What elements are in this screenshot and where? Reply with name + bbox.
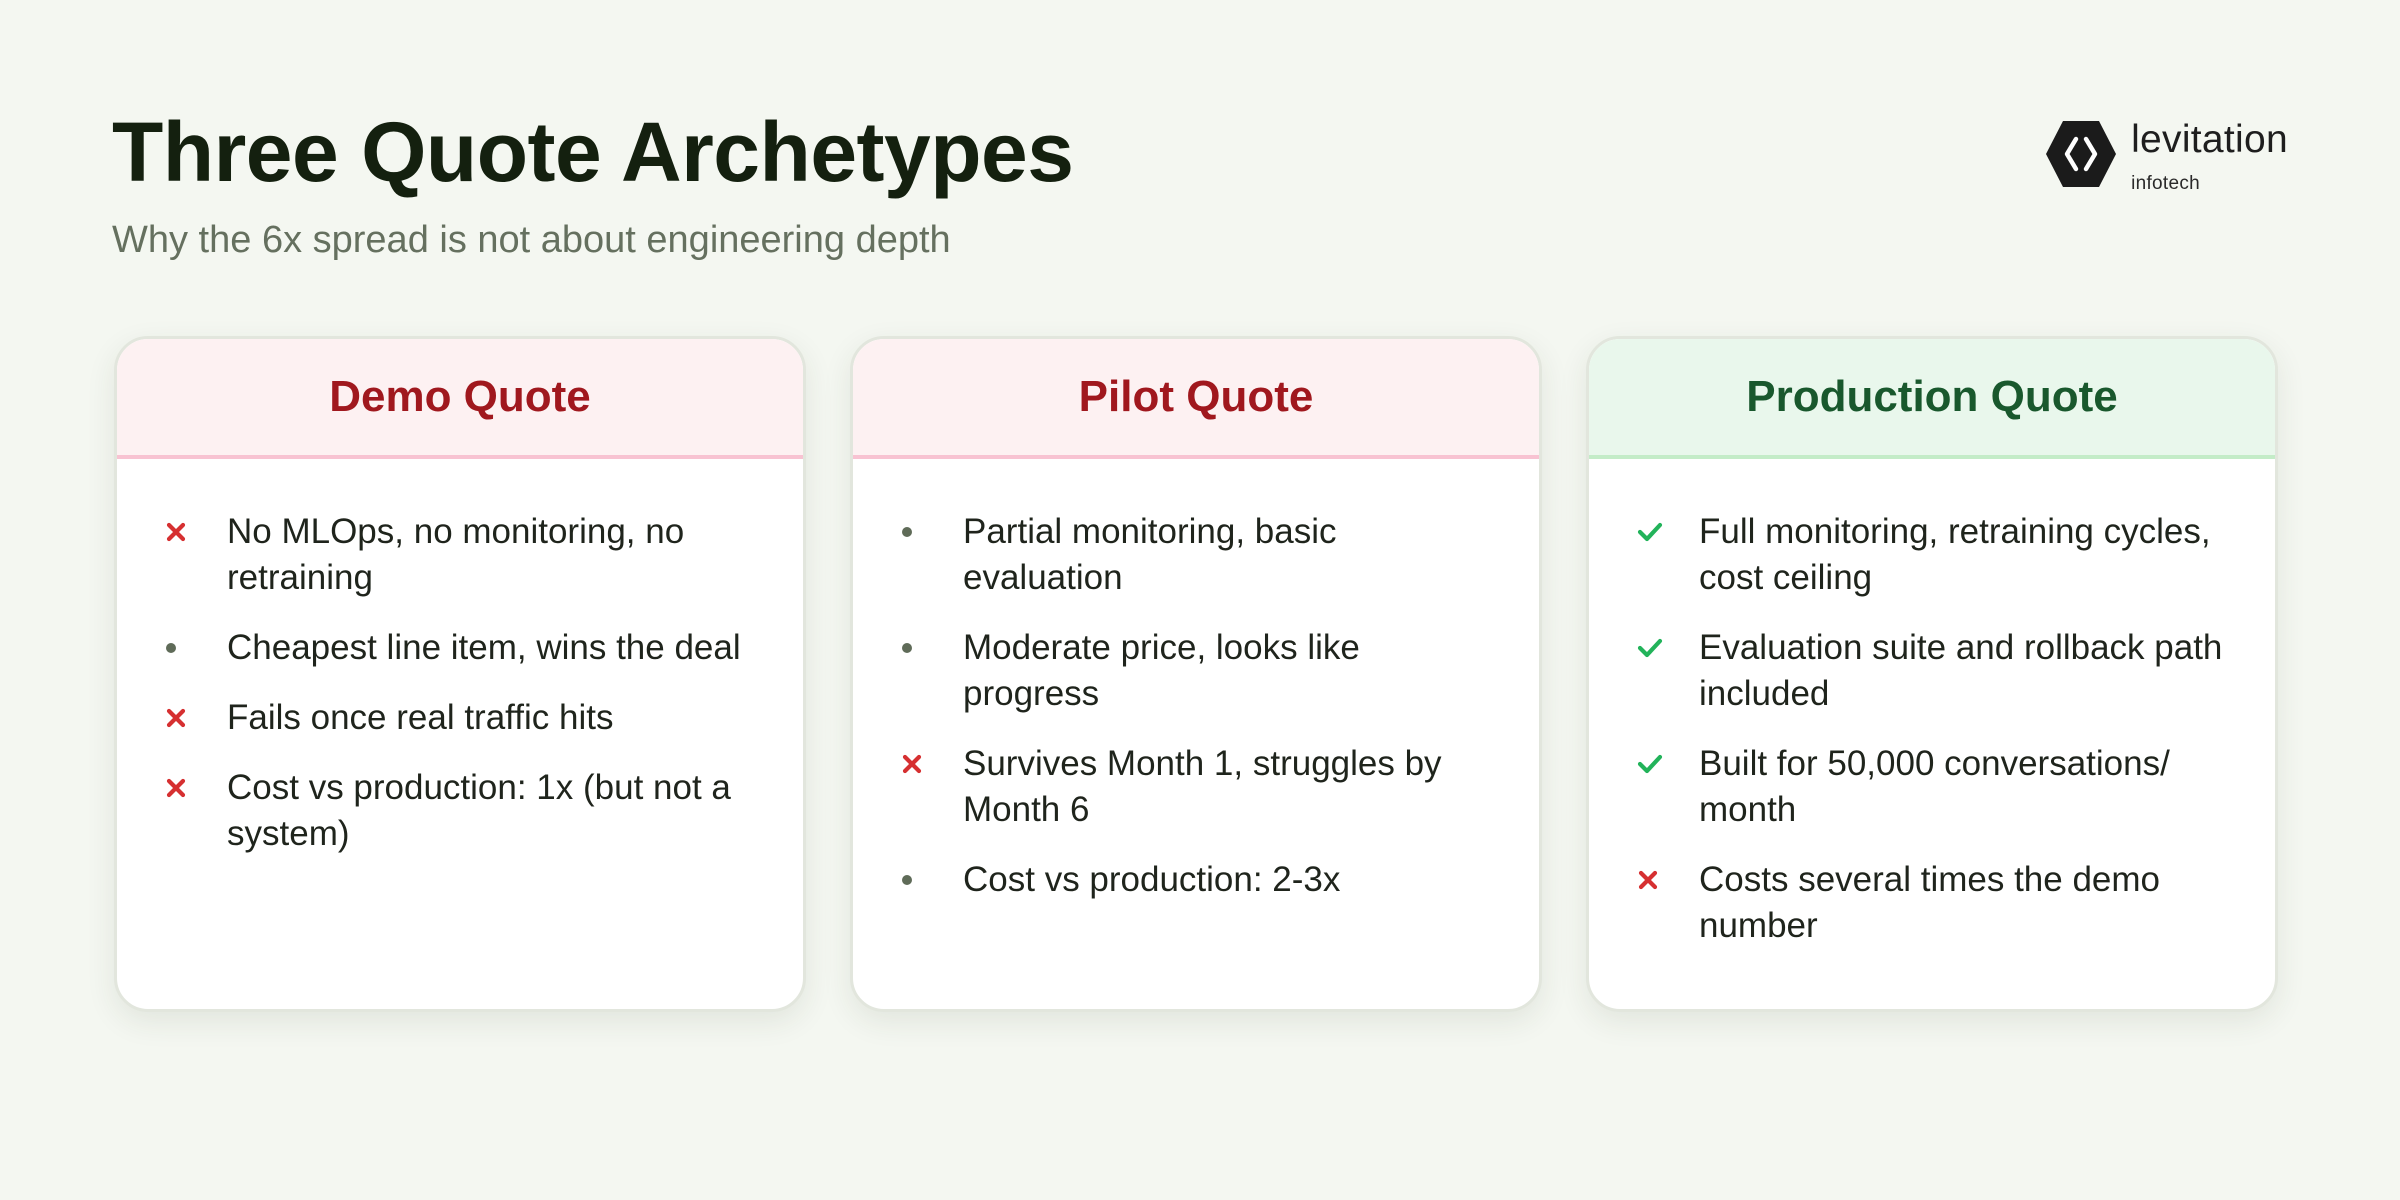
list-item: Cheapest line item, wins the deal — [165, 625, 759, 671]
cross-icon — [165, 509, 227, 555]
cross-icon — [165, 695, 227, 741]
list-item: No MLOps, no monitoring, no retraining — [165, 509, 759, 601]
list-item: Full monitoring, retraining cycles, cost… — [1637, 509, 2231, 601]
list-item-text: No MLOps, no monitoring, no retraining — [227, 512, 685, 597]
bullet-icon — [165, 625, 227, 671]
logo-wordmark: levitation — [2131, 118, 2288, 161]
production-quote-card: Production Quote Full monitoring, retrai… — [1586, 336, 2278, 1012]
card-title: Production Quote — [1746, 372, 2118, 421]
list-item: Partial monitoring, basic evaluation — [901, 509, 1495, 601]
list-item: Cost vs production: 1x (but not a system… — [165, 765, 759, 857]
logo-text: levitation infotech — [2131, 118, 2288, 195]
list-item-text: Built for 50,000 conversations/ month — [1699, 744, 2170, 829]
card-body: No MLOps, no monitoring, no retraining C… — [117, 459, 803, 857]
hexagon-chevrons-logo-icon — [2046, 121, 2117, 187]
bullet-icon — [901, 509, 963, 555]
logo-subtext: infotech — [2131, 172, 2201, 194]
card-title: Pilot Quote — [1078, 372, 1314, 421]
list-item-text: Cost vs production: 2-3x — [963, 860, 1341, 899]
page-title: Three Quote Archetypes — [112, 105, 1074, 199]
check-icon — [1637, 741, 1699, 787]
list-item-text: Cheapest line item, wins the deal — [227, 628, 741, 667]
list-item-text: Cost vs production: 1x (but not a system… — [227, 768, 731, 853]
list-item-text: Evaluation suite and rollback path inclu… — [1699, 628, 2223, 713]
check-icon — [1637, 509, 1699, 555]
list-item: Moderate price, looks like progress — [901, 625, 1495, 717]
list-item: Fails once real traffic hits — [165, 695, 759, 741]
list-item: Cost vs production: 2-3x — [901, 857, 1495, 903]
bullet-icon — [901, 625, 963, 671]
page-subtitle: Why the 6x spread is not about engineeri… — [112, 219, 951, 261]
slide-header: Three Quote Archetypes Why the 6x spread… — [112, 105, 1074, 264]
cross-icon — [165, 765, 227, 811]
brand-logo: levitation infotech — [2045, 118, 2288, 195]
pilot-quote-card: Pilot Quote Partial monitoring, basic ev… — [850, 336, 1542, 1012]
list-item: Built for 50,000 conversations/ month — [1637, 741, 2231, 833]
card-header: Pilot Quote — [853, 339, 1539, 459]
list-item: Costs several times the demo number — [1637, 857, 2231, 949]
card-body: Full monitoring, retraining cycles, cost… — [1589, 459, 2275, 949]
cross-icon — [901, 741, 963, 787]
list-item-text: Moderate price, looks like progress — [963, 628, 1360, 713]
bullet-icon — [901, 857, 963, 903]
card-title: Demo Quote — [329, 372, 591, 421]
card-body: Partial monitoring, basic evaluation Mod… — [853, 459, 1539, 903]
list-item-text: Survives Month 1, struggles by Month 6 — [963, 744, 1442, 829]
list-item-text: Partial monitoring, basic evaluation — [963, 512, 1337, 597]
list-item-text: Fails once real traffic hits — [227, 698, 614, 737]
list-item: Evaluation suite and rollback path inclu… — [1637, 625, 2231, 717]
cross-icon — [1637, 857, 1699, 903]
list-item-text: Costs several times the demo number — [1699, 860, 2161, 945]
archetype-cards: Demo Quote No MLOps, no monitoring, no r… — [114, 336, 2278, 1012]
list-item-text: Full monitoring, retraining cycles, cost… — [1699, 512, 2211, 597]
card-header: Demo Quote — [117, 339, 803, 459]
check-icon — [1637, 625, 1699, 671]
list-item: Survives Month 1, struggles by Month 6 — [901, 741, 1495, 833]
demo-quote-card: Demo Quote No MLOps, no monitoring, no r… — [114, 336, 806, 1012]
card-header: Production Quote — [1589, 339, 2275, 459]
